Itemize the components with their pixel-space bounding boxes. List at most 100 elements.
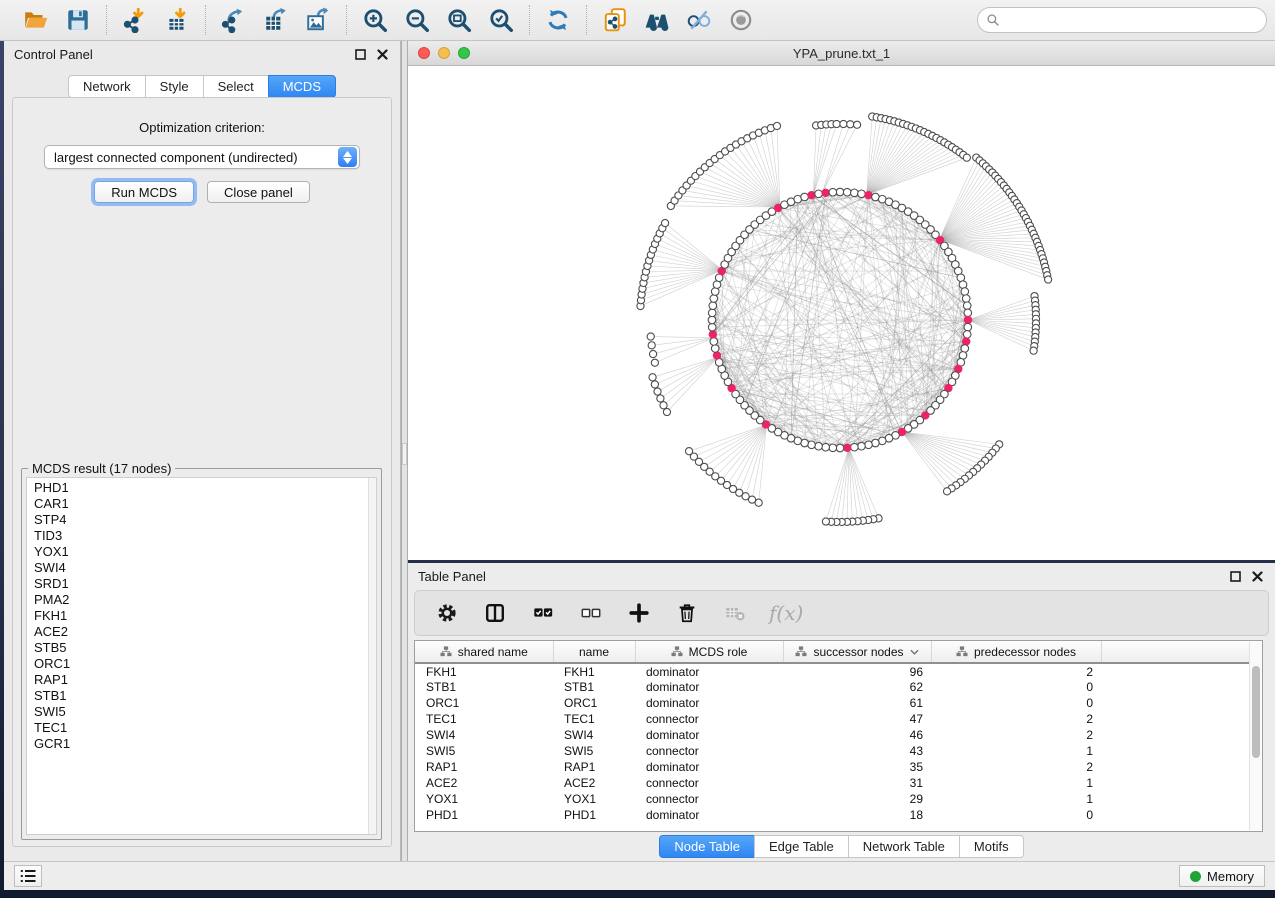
table-row[interactable]: ACE2ACE2connector311 <box>415 775 1262 791</box>
mcds-result-item[interactable]: STB1 <box>34 688 368 704</box>
table-cell[interactable]: STB1 <box>415 679 553 695</box>
table-row[interactable]: FKH1FKH1dominator962 <box>415 663 1262 679</box>
table-cell[interactable]: 2 <box>931 759 1101 775</box>
table-cell[interactable]: SWI5 <box>415 743 553 759</box>
mcds-result-list[interactable]: PHD1CAR1STP4TID3YOX1SWI4SRD1PMA2FKH1ACE2… <box>26 477 377 835</box>
network-node[interactable] <box>657 395 664 402</box>
table-cell[interactable]: SWI5 <box>553 743 635 759</box>
export-network-button[interactable] <box>216 4 252 36</box>
panel-splitter[interactable] <box>401 41 408 861</box>
mcds-result-item[interactable]: SWI5 <box>34 704 368 720</box>
mcds-result-item[interactable]: ORC1 <box>34 656 368 672</box>
mcds-result-item[interactable]: STB5 <box>34 640 368 656</box>
network-node[interactable] <box>654 388 661 395</box>
table-cell[interactable]: dominator <box>635 759 783 775</box>
network-node[interactable] <box>847 121 854 128</box>
table-cell[interactable]: connector <box>635 775 783 791</box>
tab-network-table[interactable]: Network Table <box>848 835 959 858</box>
delete-column-button[interactable] <box>673 599 701 627</box>
network-node[interactable] <box>963 331 971 339</box>
table-cell[interactable]: SWI4 <box>553 727 635 743</box>
tab-mcds[interactable]: MCDS <box>268 75 336 98</box>
network-node[interactable] <box>851 443 859 451</box>
mcds-result-item[interactable]: STP4 <box>34 512 368 528</box>
table-cell[interactable]: TEC1 <box>415 711 553 727</box>
network-node[interactable] <box>711 345 719 353</box>
table-row[interactable]: TEC1TEC1connector472 <box>415 711 1262 727</box>
network-node[interactable] <box>649 374 656 381</box>
network-node[interactable] <box>964 309 972 317</box>
zoom-out-button[interactable] <box>399 4 435 36</box>
tab-network[interactable]: Network <box>68 75 145 98</box>
table-cell[interactable]: dominator <box>635 727 783 743</box>
network-node[interactable] <box>836 188 844 196</box>
mcds-result-item[interactable]: TEC1 <box>34 720 368 736</box>
network-node[interactable] <box>651 359 658 366</box>
table-cell[interactable]: YOX1 <box>415 791 553 807</box>
table-cell[interactable]: ORC1 <box>415 695 553 711</box>
network-node[interactable] <box>836 444 844 452</box>
table-cell[interactable]: SWI4 <box>415 727 553 743</box>
table-cell[interactable]: 1 <box>931 743 1101 759</box>
tab-select[interactable]: Select <box>203 75 268 98</box>
network-node[interactable] <box>829 444 837 452</box>
table-cell[interactable]: dominator <box>635 807 783 823</box>
save-session-button[interactable] <box>60 4 96 36</box>
table-cell[interactable]: 47 <box>783 711 931 727</box>
network-graph[interactable] <box>408 66 1275 560</box>
tab-node-table[interactable]: Node Table <box>659 835 754 858</box>
network-node[interactable] <box>853 121 860 128</box>
close-panel-button[interactable] <box>374 46 390 62</box>
network-node[interactable] <box>651 381 658 388</box>
network-node[interactable] <box>815 442 823 450</box>
table-cell[interactable]: 61 <box>783 695 931 711</box>
mcds-result-item[interactable]: PHD1 <box>34 480 368 496</box>
network-node[interactable] <box>685 448 692 455</box>
function-builder-button[interactable]: f(x) <box>769 601 803 625</box>
network-node[interactable] <box>962 295 970 303</box>
table-cell[interactable]: dominator <box>635 679 783 695</box>
network-node[interactable] <box>843 188 851 196</box>
network-node[interactable] <box>773 122 780 129</box>
close-table-panel-button[interactable] <box>1249 568 1265 584</box>
export-table-button[interactable] <box>258 4 294 36</box>
float-table-panel-button[interactable] <box>1227 568 1243 584</box>
network-node[interactable] <box>840 120 847 127</box>
network-node[interactable] <box>801 193 809 201</box>
table-scrollbar[interactable] <box>1249 642 1262 830</box>
network-node[interactable] <box>858 442 866 450</box>
column-header-predecessor-nodes[interactable]: predecessor nodes <box>931 641 1101 663</box>
table-cell[interactable]: 2 <box>931 727 1101 743</box>
table-cell[interactable]: 1 <box>931 791 1101 807</box>
table-cell[interactable]: connector <box>635 711 783 727</box>
network-node[interactable] <box>648 342 655 349</box>
network-node[interactable] <box>822 443 830 451</box>
zoom-fit-button[interactable] <box>441 4 477 36</box>
network-node[interactable] <box>963 302 971 310</box>
show-task-history-button[interactable] <box>14 865 42 887</box>
network-node[interactable] <box>647 333 654 340</box>
network-node[interactable] <box>660 402 667 409</box>
hide-graphics-details-button[interactable] <box>681 4 717 36</box>
network-node[interactable] <box>661 219 668 226</box>
mcds-result-item[interactable]: GCR1 <box>34 736 368 752</box>
table-row[interactable]: YOX1YOX1connector291 <box>415 791 1262 807</box>
open-file-button[interactable] <box>18 4 54 36</box>
network-node[interactable] <box>708 323 716 331</box>
table-cell[interactable]: RAP1 <box>415 759 553 775</box>
splitter-grip[interactable] <box>402 443 407 465</box>
delete-table-button[interactable] <box>721 599 749 627</box>
show-columns-button[interactable] <box>481 599 509 627</box>
column-header-MCDS-role[interactable]: MCDS role <box>635 641 783 663</box>
network-node[interactable] <box>851 189 859 197</box>
clone-network-button[interactable] <box>597 4 633 36</box>
table-cell[interactable]: connector <box>635 791 783 807</box>
table-settings-button[interactable] <box>433 599 461 627</box>
network-node[interactable] <box>858 190 866 198</box>
network-node[interactable] <box>833 120 840 127</box>
tab-style[interactable]: Style <box>145 75 203 98</box>
table-cell[interactable]: 62 <box>783 679 931 695</box>
network-node[interactable] <box>1045 276 1052 283</box>
table-cell[interactable]: FKH1 <box>553 663 635 679</box>
import-network-button[interactable] <box>117 4 153 36</box>
